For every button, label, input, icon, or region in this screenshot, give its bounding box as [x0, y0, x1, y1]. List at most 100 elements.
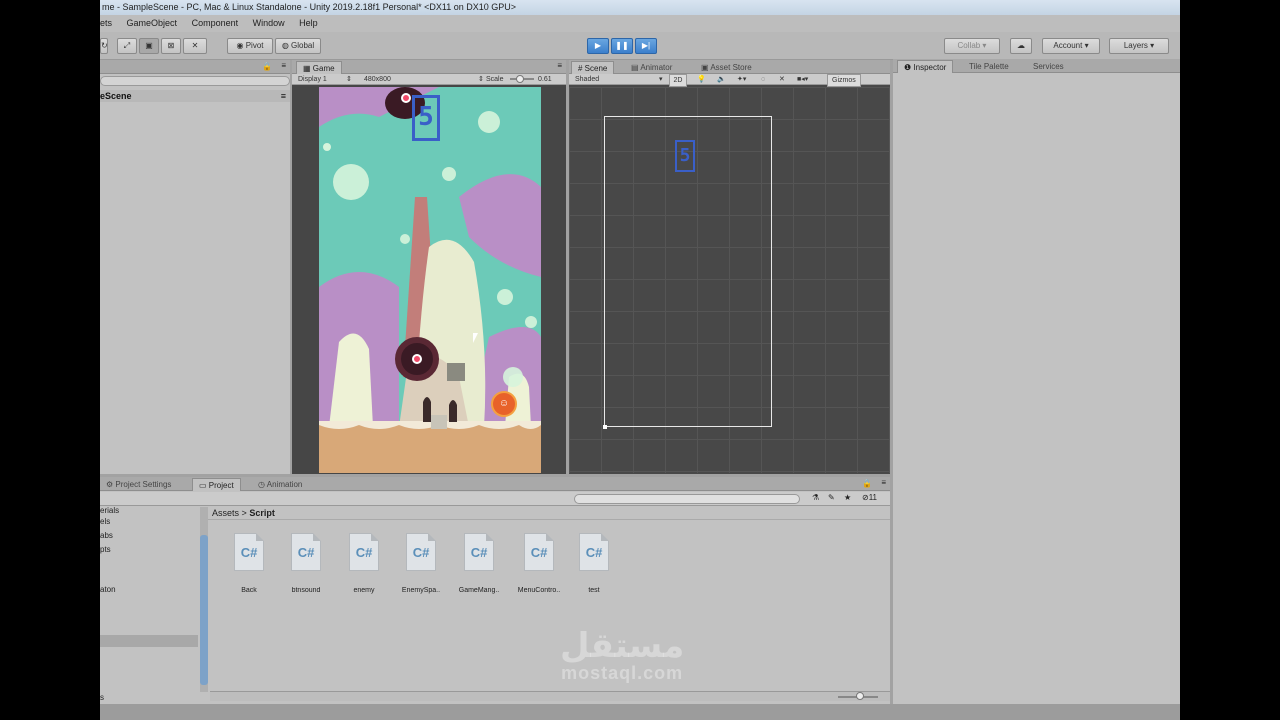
menu-assets[interactable]: ets	[100, 18, 112, 28]
scene-origin-point	[603, 425, 607, 429]
file-label: EnemySpa..	[401, 587, 441, 594]
script-file-btnsound[interactable]: C# btnsound	[284, 533, 328, 594]
folder-packages[interactable]: s	[100, 693, 104, 702]
tools-icon[interactable]: ✕	[779, 74, 785, 85]
folder-scripts[interactable]: pts	[100, 545, 111, 554]
folder-tree-scrollbar[interactable]	[200, 507, 208, 692]
tab-services[interactable]: Services	[1027, 60, 1070, 73]
scene-name: eScene	[100, 91, 132, 101]
tab-inspector[interactable]: ❶ Inspector	[897, 60, 954, 73]
game-score-text: 5	[412, 95, 440, 141]
scene-menu-icon[interactable]: ≡	[281, 90, 286, 102]
play-button[interactable]: ▶	[587, 38, 609, 54]
scene-toolbar: Shaded ▾ 2D 💡 🔈 ✦▾ ◌ ✕ ■◂▾ Gizmos	[569, 74, 890, 87]
file-label: Back	[241, 587, 257, 594]
folder-selected-row[interactable]	[100, 635, 198, 647]
account-dropdown[interactable]: Account ▾	[1042, 38, 1100, 54]
enemy-spike-icon	[395, 337, 439, 381]
scene-viewport[interactable]: 5	[569, 87, 890, 473]
enemy-square-1	[447, 363, 465, 381]
enemy-square-2	[431, 415, 447, 429]
global-label: Global	[291, 41, 315, 50]
scene-root-row[interactable]: eScene ≡	[100, 90, 290, 102]
pivot-toggle[interactable]: ◉ Pivot	[227, 38, 273, 54]
folder-materials[interactable]: erials	[100, 506, 119, 515]
pause-icon: ❚❚	[615, 41, 629, 50]
hidden-icon[interactable]: ◌	[761, 74, 765, 85]
light-icon[interactable]: 💡	[697, 74, 706, 85]
game-viewport[interactable]: ☺ 5	[292, 87, 566, 473]
shading-dropdown[interactable]: Shaded	[575, 74, 599, 85]
tab-game-label: Game	[312, 64, 335, 73]
cloud-icon[interactable]: ☁	[1010, 38, 1032, 54]
menu-gameobject[interactable]: GameObject	[127, 18, 178, 28]
scale-tool-icon[interactable]: ⤢	[117, 38, 137, 54]
hierarchy-panel: 🔒 ≡ eScene ≡	[100, 60, 290, 474]
tab-scene-label: Scene	[584, 64, 608, 73]
rotate-tool-icon[interactable]: ↻	[100, 38, 108, 54]
grid-icon: #	[578, 64, 585, 73]
chevron-icon: ▾	[659, 76, 663, 83]
resolution-dropdown[interactable]: 480x800	[364, 74, 391, 85]
csharp-file-icon: C#	[406, 533, 436, 571]
mouse-cursor-icon	[473, 333, 478, 343]
folder-models[interactable]: els	[100, 517, 110, 526]
file-label: test	[588, 587, 600, 594]
game-tabstrip: ▦ Game ≡	[292, 60, 566, 74]
tab-asset-store-label: Asset Store	[710, 63, 752, 72]
script-file-test[interactable]: C# test	[572, 533, 616, 594]
globe-icon: ◍	[281, 41, 292, 50]
custom-tool-icon[interactable]: ✕	[183, 38, 207, 54]
global-toggle[interactable]: ◍ Global	[275, 38, 321, 54]
pivot-icon: ◉	[236, 41, 246, 50]
menu-window[interactable]: Window	[253, 18, 285, 28]
file-label: GameMang..	[458, 587, 500, 594]
audio-icon[interactable]: 🔈	[717, 74, 726, 85]
tab-scene[interactable]: # Scene	[571, 61, 615, 74]
lock-icon[interactable]: 🔒	[262, 62, 272, 71]
chevron-icon: ⇕	[346, 76, 352, 83]
tab-inspector-label: Inspector	[913, 63, 947, 72]
play-icon: ▶	[594, 41, 602, 50]
menu-component[interactable]: Component	[192, 18, 239, 28]
folder-prefabs[interactable]: abs	[100, 531, 113, 540]
pause-button[interactable]: ❚❚	[611, 38, 633, 54]
scale-label: Scale	[486, 76, 504, 83]
panel-menu-icon[interactable]: ≡	[557, 61, 562, 70]
icon-size-slider-handle[interactable]	[856, 692, 864, 700]
script-file-enemy[interactable]: C# enemy	[342, 533, 386, 594]
scale-slider-handle[interactable]	[516, 75, 524, 83]
main-toolbar: ↻ ⤢ ▣ ⊠ ✕ ◉ Pivot ◍ Global ▶ ❚❚ ▶| Colla…	[100, 32, 1180, 60]
layers-dropdown[interactable]: Layers ▾	[1109, 38, 1169, 54]
script-file-menucontroller[interactable]: C# MenuContro..	[515, 533, 563, 594]
tab-project-settings[interactable]: ⚙ Project Settings	[100, 478, 177, 491]
project-panel: ⚙ Project Settings ▭ Project ◷ Animation…	[100, 477, 890, 704]
menu-help[interactable]: Help	[299, 18, 318, 28]
game-canvas[interactable]: ☺ 5	[319, 87, 541, 473]
step-button[interactable]: ▶|	[635, 38, 657, 54]
tab-game[interactable]: ▦ Game	[296, 61, 342, 74]
script-file-gamemanager[interactable]: C# GameMang..	[457, 533, 501, 594]
script-file-back[interactable]: C# Back	[227, 533, 271, 594]
window-title: me - SampleScene - PC, Mac & Linux Stand…	[100, 0, 1180, 15]
collab-dropdown[interactable]: Collab ▾	[944, 38, 1000, 54]
hierarchy-search-input[interactable]	[100, 76, 290, 86]
scrollbar-thumb[interactable]	[200, 535, 208, 685]
tab-asset-store[interactable]: ▣ Asset Store	[695, 61, 758, 74]
gizmos-dropdown[interactable]: Gizmos	[827, 74, 861, 87]
chevron-icon: ⇕	[478, 76, 484, 83]
scene-score-text[interactable]: 5	[675, 140, 695, 172]
script-file-enemyspawner[interactable]: C# EnemySpa..	[399, 533, 443, 594]
display-dropdown[interactable]: Display 1	[298, 74, 327, 85]
rect-tool-icon[interactable]: ▣	[139, 38, 159, 54]
camera-icon[interactable]: ■◂▾	[797, 74, 808, 85]
project-footer	[210, 691, 890, 701]
effects-icon[interactable]: ✦▾	[737, 74, 746, 85]
2d-toggle[interactable]: 2D	[669, 74, 687, 87]
panel-menu-icon[interactable]: ≡	[281, 61, 286, 70]
tab-tile-palette[interactable]: Tile Palette	[963, 60, 1015, 73]
transform-tool-icon[interactable]: ⊠	[161, 38, 181, 54]
tab-animator[interactable]: ▤ Animator	[625, 61, 678, 74]
csharp-file-icon: C#	[579, 533, 609, 571]
folder-skeleton[interactable]: aton	[100, 585, 116, 594]
